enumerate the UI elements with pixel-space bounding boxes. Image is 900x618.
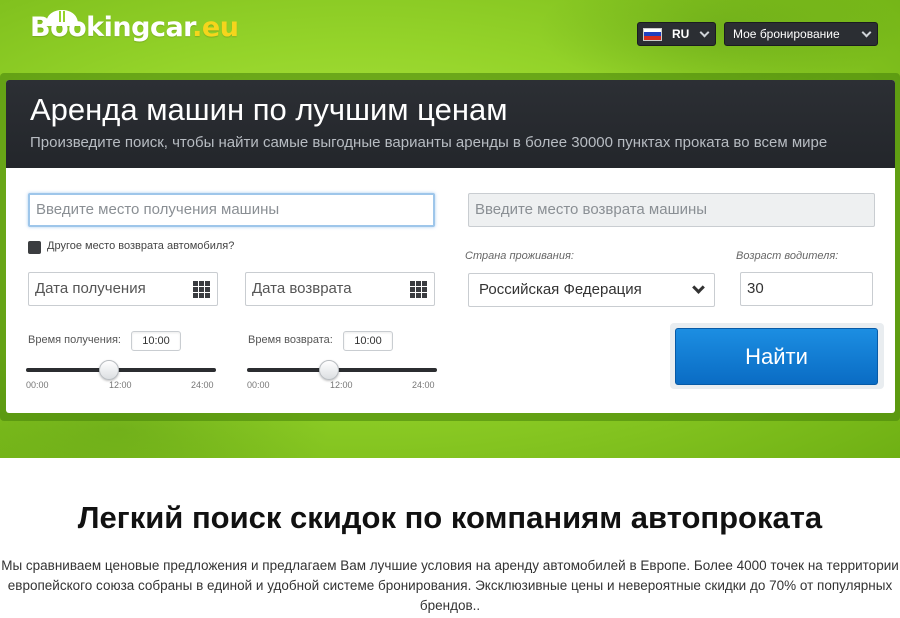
return-time-slider-handle[interactable] [319,360,339,380]
driver-age-input[interactable]: 30 [740,272,873,306]
slider-tick-mid: 12:00 [330,380,353,390]
hero-section: Bookingcar.eu RU Мое бронирование Аренда… [0,0,900,458]
pickup-time-label: Время получения: [28,334,121,346]
different-return-label: Другое место возврата автомобиля? [47,240,235,252]
return-time-slider[interactable] [247,368,437,372]
search-button[interactable]: Найти [675,328,878,385]
language-select[interactable]: RU [637,22,716,46]
pickup-date-input[interactable]: Дата получения [28,272,218,306]
russia-flag-icon [643,27,662,41]
pickup-date-placeholder: Дата получения [35,280,146,297]
slider-tick-end: 24:00 [191,380,214,390]
country-label: Страна проживания: [465,250,574,262]
chevron-down-icon [861,27,872,38]
panel-header: Аренда машин по лучшим ценам Произведите… [6,80,895,168]
chevron-down-icon [692,281,705,294]
logo-tld: .eu [192,12,239,43]
page-subtitle: Произведите поиск, чтобы найти самые выг… [30,134,828,151]
search-panel: Аренда машин по лучшим ценам Произведите… [6,80,895,413]
page-title: Аренда машин по лучшим ценам [30,92,508,127]
pickup-time-slider[interactable] [26,368,216,372]
logo[interactable]: Bookingcar.eu [30,8,239,48]
promo-title: Легкий поиск скидок по компаниям автопро… [77,500,823,535]
promo-text: Мы сравниваем ценовые предложения и пред… [1,558,899,613]
different-return-checkbox[interactable] [28,241,41,254]
slider-tick-mid: 12:00 [109,380,132,390]
my-booking-label: Мое бронирование [733,27,840,41]
return-date-input[interactable]: Дата возврата [245,272,435,306]
calendar-icon[interactable] [410,281,427,298]
pickup-time-value: 10:00 [131,331,181,351]
slider-tick-start: 00:00 [26,380,49,390]
country-value: Российская Федерация [479,281,642,298]
age-label: Возраст водителя: [736,250,839,262]
country-select[interactable]: Российская Федерация [468,273,715,307]
slider-tick-end: 24:00 [412,380,435,390]
car-icon [42,10,82,26]
chevron-down-icon [699,27,710,38]
pickup-location-input[interactable]: Введите место получения машины [28,193,435,227]
return-time-label: Время возврата: [248,334,333,346]
slider-tick-start: 00:00 [247,380,270,390]
pickup-time-slider-handle[interactable] [99,360,119,380]
my-booking-select[interactable]: Мое бронирование [724,22,878,46]
return-time-value: 10:00 [343,331,393,351]
return-date-placeholder: Дата возврата [252,280,352,297]
return-location-input[interactable]: Введите место возврата машины [468,193,875,227]
calendar-icon[interactable] [193,281,210,298]
language-code: RU [672,27,690,41]
